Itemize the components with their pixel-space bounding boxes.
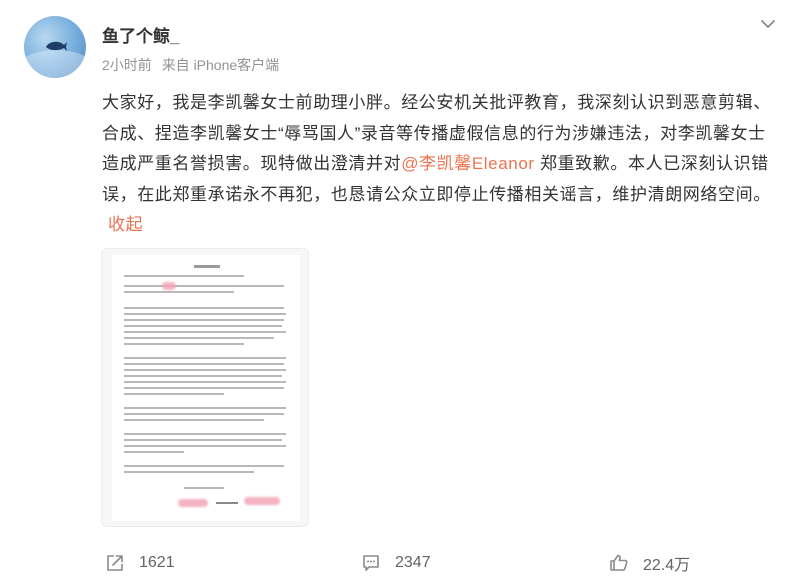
post-source: 来自 iPhone客户端 bbox=[161, 57, 280, 73]
collapse-link[interactable]: 收起 bbox=[108, 215, 143, 234]
username[interactable]: 鱼了个鲸_ bbox=[102, 22, 179, 47]
action-bar: 1621 2347 22.4万 bbox=[0, 544, 797, 580]
apology-letter-image bbox=[112, 255, 300, 521]
post-image-thumbnail[interactable] bbox=[101, 248, 309, 527]
comment-icon bbox=[363, 555, 379, 571]
repost-count: 1621 bbox=[139, 554, 175, 571]
post-time[interactable]: 2小时前 bbox=[102, 57, 152, 73]
like-count: 22.4万 bbox=[643, 557, 691, 574]
comment-count: 2347 bbox=[395, 554, 431, 571]
comment-button[interactable]: 2347 bbox=[361, 550, 431, 576]
post-meta: 2小时前 来自 iPhone客户端 bbox=[102, 55, 285, 75]
post-text: 大家好，我是李凯馨女士前助理小胖。经公安机关批评教育，我深刻认识到恶意剪辑、合成… bbox=[102, 88, 778, 241]
avatar-wave-decoration bbox=[24, 50, 86, 78]
like-button[interactable]: 22.4万 bbox=[609, 550, 690, 576]
chevron-down-icon bbox=[761, 20, 775, 28]
mention-link[interactable]: @李凯馨Eleanor bbox=[401, 154, 534, 173]
weibo-post: 鱼了个鲸_ 2小时前 来自 iPhone客户端 大家好，我是李凯馨女士前助理小胖… bbox=[0, 0, 797, 582]
thumbs-up-icon bbox=[610, 554, 628, 571]
more-options-button[interactable] bbox=[758, 14, 778, 34]
share-icon bbox=[107, 555, 123, 571]
avatar[interactable] bbox=[24, 16, 86, 78]
repost-button[interactable]: 1621 bbox=[105, 550, 175, 576]
whale-icon bbox=[46, 41, 67, 51]
